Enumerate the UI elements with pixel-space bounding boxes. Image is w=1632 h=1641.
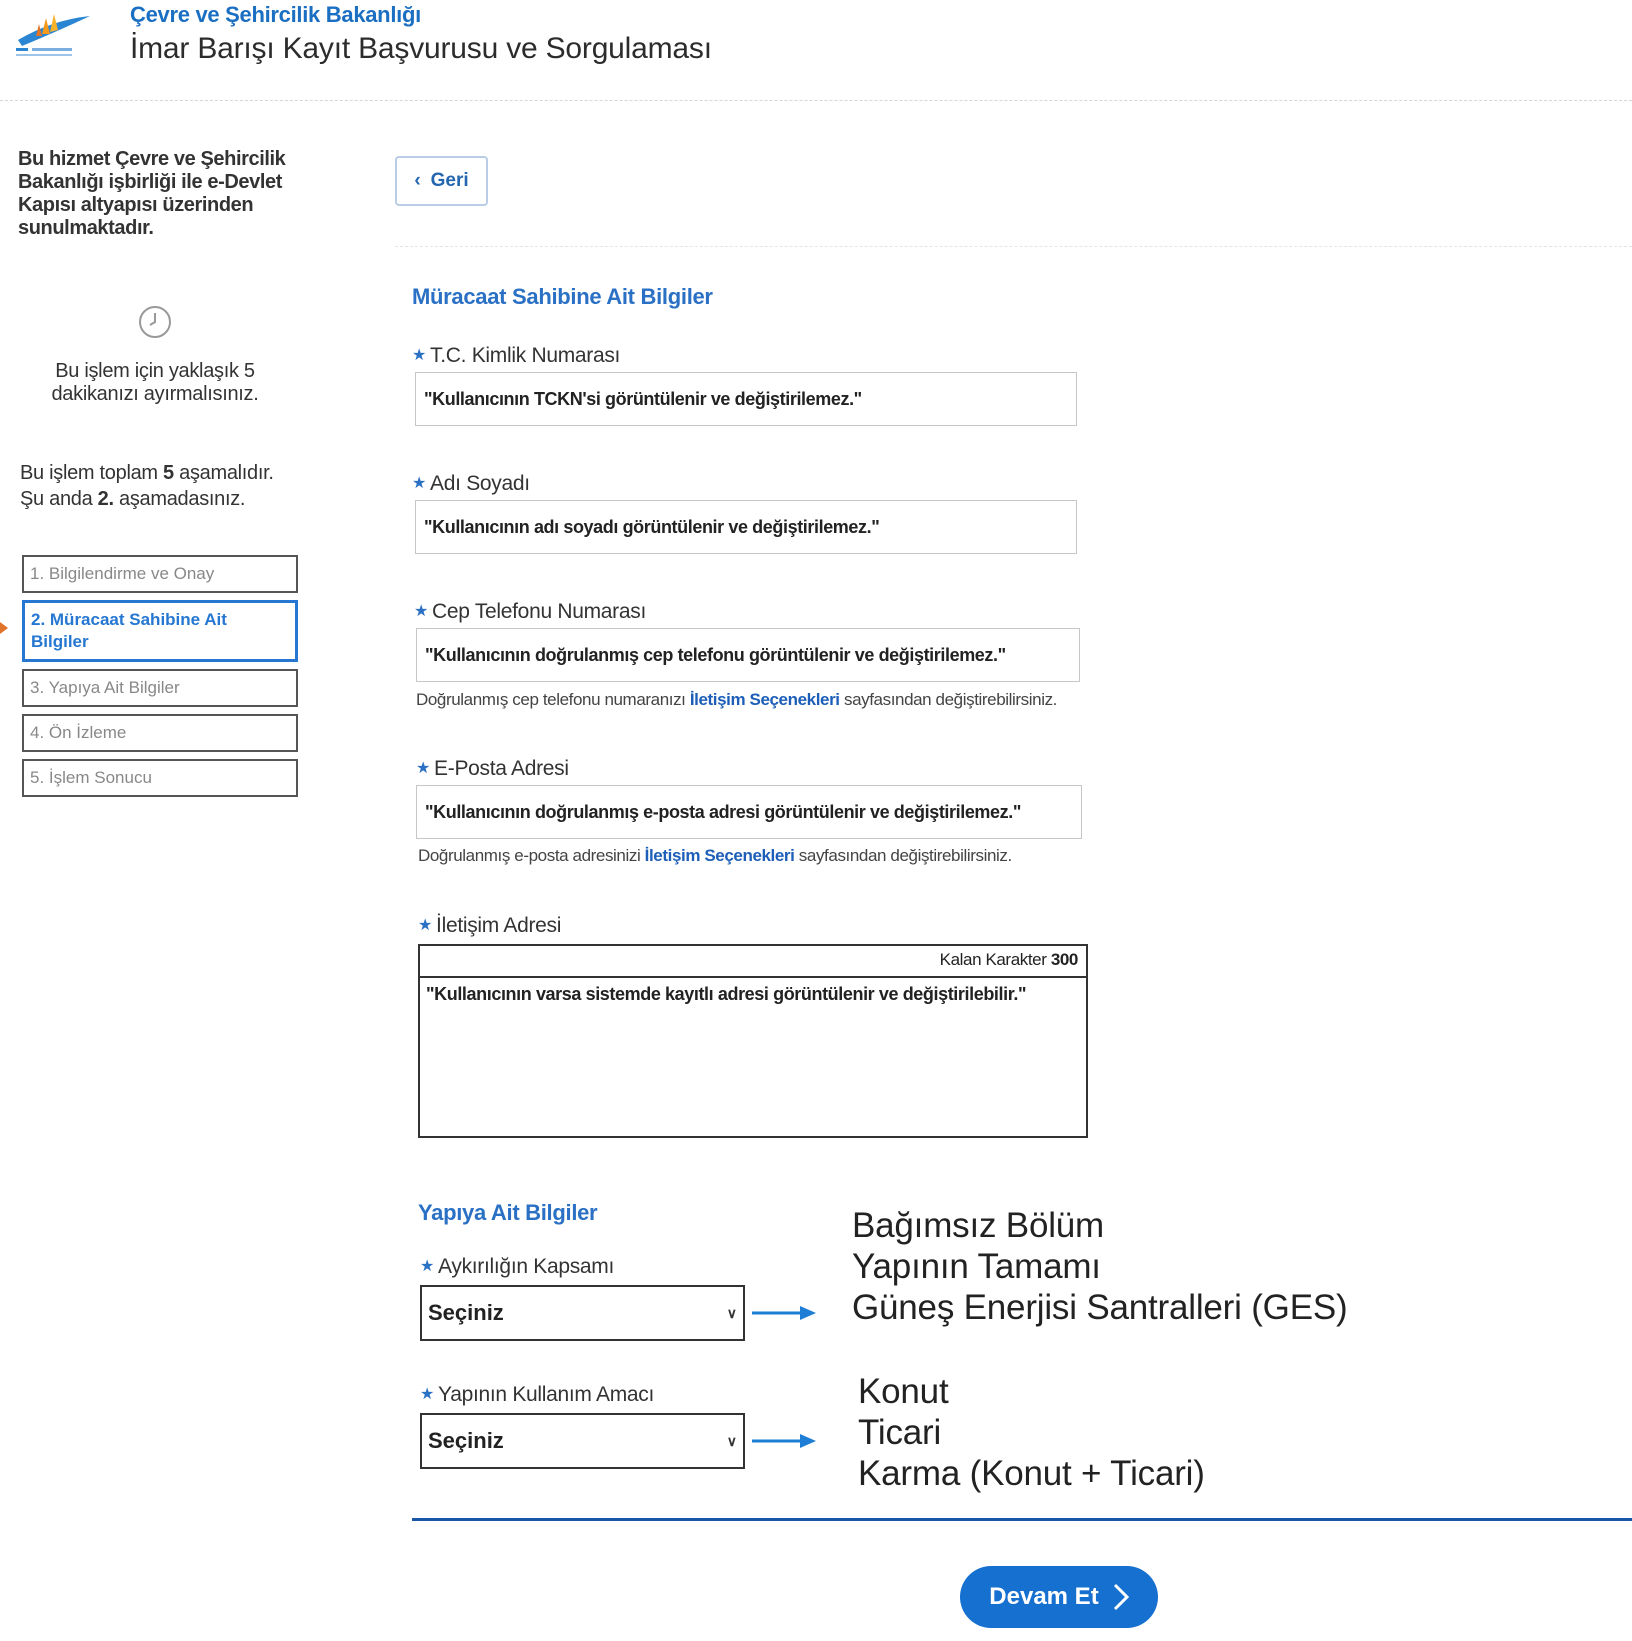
clock-icon <box>139 306 171 338</box>
arrow-right-icon <box>752 1306 816 1320</box>
service-intro: Bu hizmet Çevre ve Şehircilik Bakanlığı … <box>18 148 286 239</box>
address-textarea[interactable]: Kalan Karakter 300 "Kullanıcının varsa s… <box>418 944 1088 1138</box>
name-label-text: Adı Soyadı <box>430 472 530 495</box>
usage-option: Karma (Konut + Ticari) <box>858 1454 1205 1493</box>
phone-help-text: Doğrulanmış cep telefonu numaranızı İlet… <box>416 690 1057 710</box>
page-title: İmar Barışı Kayıt Başvurusu ve Sorgulama… <box>130 32 712 65</box>
name-field[interactable]: "Kullanıcının adı soyadı görüntülenir ve… <box>415 500 1077 554</box>
usage-label: ★ Yapının Kullanım Amacı <box>420 1383 654 1407</box>
stage-text: Şu anda <box>20 488 98 510</box>
step-list: 1. Bilgilendirme ve Onay 2. Müracaat Sah… <box>22 555 300 804</box>
email-label: ★ E-Posta Adresi <box>416 757 569 781</box>
tckn-field[interactable]: "Kullanıcının TCKN'si görüntülenir ve de… <box>415 372 1077 426</box>
usage-option: Konut <box>858 1372 949 1411</box>
step-item-2[interactable]: 2. Müracaat Sahibine Ait Bilgiler <box>22 600 298 662</box>
stage-total: 5 <box>163 462 174 484</box>
help-text: Doğrulanmış cep telefonu numaranızı <box>416 690 690 709</box>
usage-select[interactable]: Seçiniz ∨ <box>420 1413 745 1469</box>
step-item-1[interactable]: 1. Bilgilendirme ve Onay <box>22 555 298 593</box>
address-label-text: İletişim Adresi <box>436 914 562 937</box>
usage-options: Konut Ticari Karma (Konut + Ticari) <box>858 1371 1205 1494</box>
scope-options: Bağımsız Bölüm Yapının Tamamı Güneş Ener… <box>852 1205 1348 1328</box>
remaining-count: 300 <box>1050 950 1079 969</box>
help-text: sayfasından değiştirebilirsiniz. <box>839 690 1057 709</box>
required-star-icon: ★ <box>416 760 431 777</box>
tckn-label: ★ T.C. Kimlik Numarası <box>412 344 620 368</box>
required-star-icon: ★ <box>418 917 433 934</box>
chevron-right-icon <box>1113 1583 1129 1611</box>
scope-select[interactable]: Seçiniz ∨ <box>420 1285 745 1341</box>
email-field[interactable]: "Kullanıcının doğrulanmış e-posta adresi… <box>416 785 1082 839</box>
remaining-characters: Kalan Karakter 300 <box>420 946 1086 978</box>
chevron-down-icon: ∨ <box>726 1432 737 1449</box>
required-star-icon: ★ <box>420 1258 435 1275</box>
address-value: "Kullanıcının varsa sistemde kayıtlı adr… <box>426 984 1027 1004</box>
tckn-label-text: T.C. Kimlik Numarası <box>430 344 621 367</box>
applicant-section-title: Müracaat Sahibine Ait Bilgiler <box>412 284 713 309</box>
stage-text: Bu işlem toplam <box>20 462 164 484</box>
chevron-down-icon: ∨ <box>726 1304 737 1321</box>
help-text: Doğrulanmış e-posta adresinizi <box>418 846 645 865</box>
required-star-icon: ★ <box>412 475 427 492</box>
phone-field[interactable]: "Kullanıcının doğrulanmış cep telefonu g… <box>416 628 1080 682</box>
stage-info: Bu işlem toplam 5 aşamalıdır. Şu anda 2.… <box>20 460 310 512</box>
required-star-icon: ★ <box>414 603 429 620</box>
scope-option: Yapının Tamamı <box>852 1247 1101 1286</box>
stage-text: aşamalıdır. <box>173 462 274 484</box>
header-divider <box>0 100 1632 101</box>
continue-button[interactable]: Devam Et <box>960 1566 1158 1628</box>
building-section-title: Yapıya Ait Bilgiler <box>418 1200 598 1225</box>
stage-current: 2. <box>97 488 114 510</box>
name-label: ★ Adı Soyadı <box>412 472 530 496</box>
scope-option: Güneş Enerjisi Santralleri (GES) <box>852 1288 1348 1327</box>
phone-label-text: Cep Telefonu Numarası <box>432 600 646 623</box>
scope-label: ★ Aykırılığın Kapsamı <box>420 1255 614 1279</box>
help-text: sayfasından değiştirebilirsiniz. <box>794 846 1012 865</box>
scope-selected-value: Seçiniz <box>428 1300 504 1325</box>
scope-option: Bağımsız Bölüm <box>852 1206 1105 1245</box>
chevron-left-icon: ‹ <box>414 170 421 191</box>
duration-note: Bu işlem için yaklaşık 5 dakikanızı ayır… <box>51 360 259 405</box>
main-divider <box>395 246 1632 247</box>
stage-text: aşamadasınız. <box>113 488 246 510</box>
current-step-pointer <box>0 622 8 634</box>
scope-label-text: Aykırılığın Kapsamı <box>438 1255 615 1278</box>
form-divider <box>412 1518 1632 1521</box>
address-label: ★ İletişim Adresi <box>418 914 561 938</box>
step-item-3[interactable]: 3. Yapıya Ait Bilgiler <box>22 669 298 707</box>
contact-options-link[interactable]: İletişim Seçenekleri <box>645 846 795 865</box>
required-star-icon: ★ <box>412 347 427 364</box>
arrow-right-icon <box>752 1434 816 1448</box>
usage-option: Ticari <box>858 1413 942 1452</box>
back-button[interactable]: ‹ Geri <box>395 156 488 206</box>
contact-options-link[interactable]: İletişim Seçenekleri <box>690 690 840 709</box>
back-button-label: Geri <box>430 170 469 191</box>
usage-selected-value: Seçiniz <box>428 1428 504 1453</box>
ministry-logo <box>16 14 90 56</box>
step-item-4[interactable]: 4. Ön İzleme <box>22 714 298 752</box>
usage-label-text: Yapının Kullanım Amacı <box>438 1383 655 1406</box>
sidebar: Bu hizmet Çevre ve Şehircilik Bakanlığı … <box>18 148 308 240</box>
email-label-text: E-Posta Adresi <box>434 757 569 780</box>
ministry-name: Çevre ve Şehircilik Bakanlığı <box>130 2 421 27</box>
required-star-icon: ★ <box>420 1386 435 1403</box>
step-item-5[interactable]: 5. İşlem Sonucu <box>22 759 298 797</box>
email-help-text: Doğrulanmış e-posta adresinizi İletişim … <box>418 846 1012 866</box>
phone-label: ★ Cep Telefonu Numarası <box>414 600 646 624</box>
continue-button-label: Devam Et <box>989 1583 1099 1610</box>
remaining-label: Kalan Karakter <box>939 950 1051 969</box>
